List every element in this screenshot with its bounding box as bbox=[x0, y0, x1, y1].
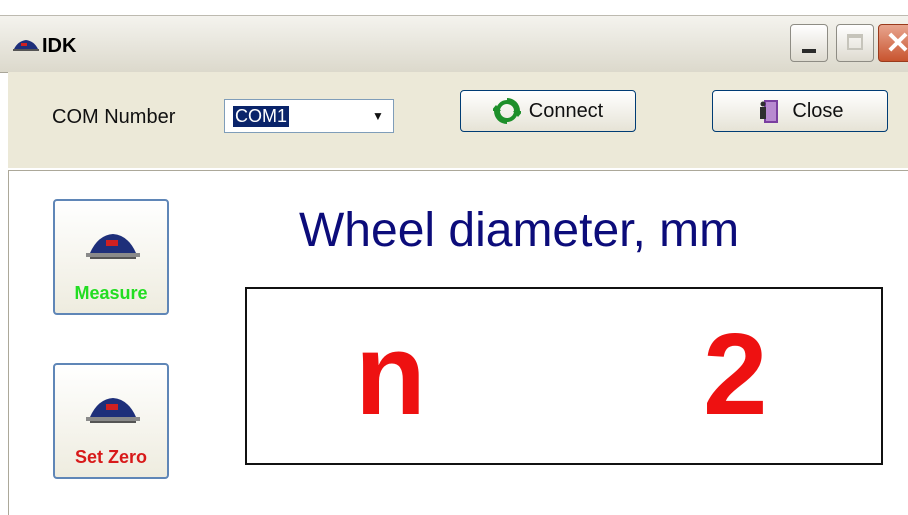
connect-label: Connect bbox=[528, 99, 604, 122]
com-port-select[interactable]: COM1 ▼ bbox=[224, 99, 394, 133]
measurement-panel: Measure Set Zero Wheel diameter, mm n 2 bbox=[8, 170, 908, 515]
com-number-label: COM Number bbox=[52, 106, 176, 128]
window-title: IDK bbox=[42, 35, 77, 57]
refresh-icon bbox=[492, 98, 521, 124]
scale-icon bbox=[86, 234, 140, 259]
minimize-icon bbox=[802, 49, 816, 53]
connection-toolbar: COM Number COM1 ▼ Connect Close bbox=[8, 72, 908, 168]
scale-icon bbox=[13, 40, 39, 51]
connect-button[interactable]: Connect bbox=[460, 90, 636, 132]
title-bar[interactable]: IDK ✕ bbox=[0, 15, 908, 73]
set-zero-label: Set Zero bbox=[74, 447, 148, 467]
close-label: Close bbox=[792, 99, 844, 122]
close-icon: ✕ bbox=[885, 27, 908, 60]
readout-right-value: 2 bbox=[703, 309, 768, 439]
close-button[interactable]: Close bbox=[712, 90, 888, 132]
window-close-button[interactable]: ✕ bbox=[878, 24, 908, 62]
scale-icon bbox=[86, 398, 140, 423]
maximize-button[interactable] bbox=[836, 24, 874, 62]
maximize-icon bbox=[847, 34, 863, 50]
com-port-value: COM1 bbox=[233, 106, 290, 127]
set-zero-button[interactable]: Set Zero bbox=[53, 363, 169, 479]
app-window: IDK ✕ COM Number COM1 ▼ Connect Close Me… bbox=[0, 0, 908, 515]
minimize-button[interactable] bbox=[790, 24, 828, 62]
measure-label: Measure bbox=[74, 283, 148, 303]
chevron-down-icon[interactable]: ▼ bbox=[367, 105, 389, 127]
measure-button[interactable]: Measure bbox=[53, 199, 169, 315]
exit-door-icon bbox=[760, 100, 779, 123]
readout-heading: Wheel diameter, mm bbox=[299, 204, 740, 257]
readout-display: n 2 bbox=[245, 287, 883, 465]
readout-left-value: n bbox=[355, 309, 426, 439]
